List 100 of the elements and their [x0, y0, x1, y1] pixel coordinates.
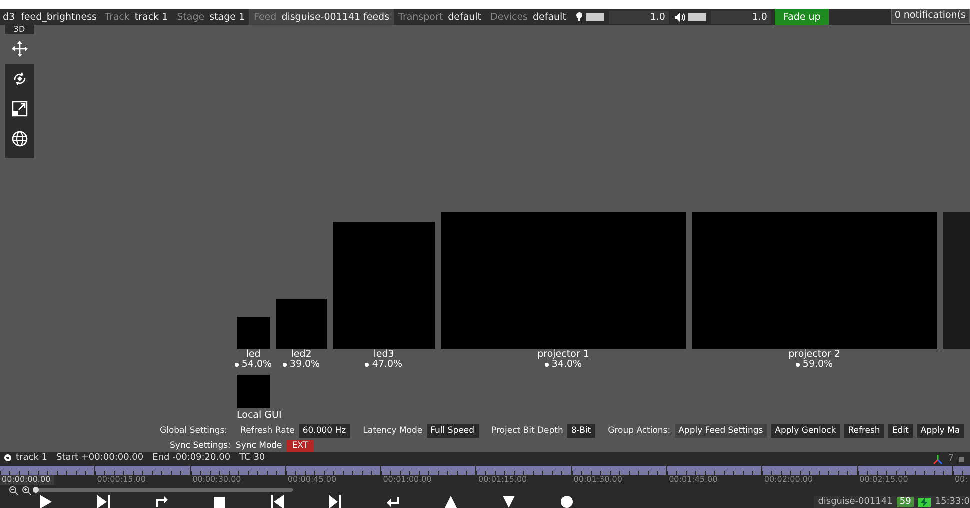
setting-value[interactable]: Full Speed	[426, 424, 478, 438]
ruler-segment[interactable]	[190, 466, 285, 475]
brightness-slider[interactable]	[586, 13, 604, 21]
setting-label: Refresh Rate	[240, 426, 295, 436]
view-mode-label: 3D	[14, 25, 26, 34]
zoom-out-icon[interactable]	[9, 486, 18, 494]
field-label: Transport	[398, 12, 444, 22]
dot-icon	[282, 363, 287, 367]
dot-icon	[234, 363, 239, 367]
volume-slider[interactable]	[688, 13, 706, 21]
brightness-value: 54.0%	[242, 360, 272, 370]
machine-name: disguise-001141	[818, 497, 893, 507]
field-value[interactable]: track 1	[132, 12, 170, 22]
brightness-value: 59.0%	[802, 360, 834, 370]
timecode-label: TC 30	[240, 453, 266, 463]
rotate-icon	[12, 71, 28, 87]
time-tick: 00:00:30.00	[192, 475, 242, 484]
field-value[interactable]: disguise-001141 feeds	[280, 12, 392, 22]
zoom-in-icon[interactable]	[22, 486, 31, 494]
track-name[interactable]: track 1	[16, 453, 48, 463]
scale-icon	[12, 101, 28, 117]
scrollbar[interactable]	[35, 488, 293, 492]
skip-forward-icon[interactable]	[328, 495, 342, 508]
move-icon	[12, 41, 28, 57]
ruler-segment[interactable]	[667, 466, 762, 475]
section-label: Global Settings:	[160, 426, 228, 436]
skip-back-icon[interactable]	[270, 495, 284, 508]
clock-time: 15:33:0	[935, 497, 970, 507]
loop-icon[interactable]	[154, 495, 168, 508]
action-button[interactable]: Apply Feed Settings	[674, 424, 768, 438]
dot-icon	[796, 363, 800, 367]
time-tick: 00:	[954, 475, 968, 484]
square-icon	[959, 456, 964, 462]
return-icon[interactable]	[386, 495, 400, 508]
action-button[interactable]: Edit	[888, 424, 913, 438]
ruler-segment[interactable]	[381, 466, 476, 475]
record-icon[interactable]	[560, 495, 574, 508]
action-button[interactable]: Apply Genlock	[771, 424, 840, 438]
app-name: d3	[2, 12, 16, 22]
dot-icon	[365, 363, 370, 367]
fps-badge: 59	[896, 497, 914, 507]
brightness-value: 39.0%	[290, 360, 320, 370]
field-value[interactable]: default	[446, 12, 484, 22]
setting-label: Latency Mode	[363, 426, 423, 436]
field-label: Feed	[253, 12, 278, 22]
time-tick: 00:02:00.00	[763, 475, 814, 484]
speaker-icon	[675, 12, 686, 22]
setting-value[interactable]: 60.000 Hz	[298, 424, 350, 438]
ruler-segment[interactable]	[572, 466, 666, 475]
action-button[interactable]: Refresh	[844, 424, 884, 438]
section-label: Group Actions:	[608, 426, 671, 436]
feed-name: led3	[374, 350, 394, 360]
layer-count: 7	[948, 454, 954, 464]
time-tick: 00:01:30.00	[572, 475, 622, 484]
time-tick: 00:02:15.00	[858, 475, 908, 484]
ruler-segment[interactable]	[762, 466, 857, 475]
feed-name: led2	[291, 350, 312, 360]
setting-label: Sync Mode	[236, 440, 282, 452]
field-value[interactable]: stage 1	[208, 12, 248, 22]
track-start: Start +00:00:00.00	[56, 453, 144, 463]
feed-name: Local GUI	[237, 410, 282, 421]
step-icon[interactable]	[96, 495, 110, 508]
time-tick: 00:01:00.00	[382, 475, 432, 484]
up-icon[interactable]	[444, 495, 458, 508]
action-button[interactable]: Apply Ma	[916, 424, 964, 438]
ruler-segment[interactable]	[95, 466, 190, 475]
ruler-segment[interactable]	[476, 466, 571, 475]
axes-icon	[933, 454, 944, 464]
project-name: feed_brightness	[20, 12, 98, 22]
volume-field[interactable]: 1.0	[711, 10, 772, 24]
track-end: End -00:09:20.00	[152, 453, 231, 463]
notifications-button[interactable]: 0 notification(s	[890, 9, 970, 24]
lightbulb-icon	[576, 12, 584, 22]
brightness-field[interactable]: 1.0	[609, 10, 670, 24]
playhead-time: 00:00:00.00	[0, 475, 54, 485]
stop-icon[interactable]	[212, 495, 226, 508]
field-label: Track	[104, 12, 131, 22]
section-label: Sync Settings:	[170, 440, 231, 452]
time-tick: 00:01:15.00	[477, 475, 528, 484]
setting-label: Project Bit Depth	[492, 426, 564, 436]
dot-icon	[544, 363, 549, 367]
sync-mode-value[interactable]: EXT	[287, 440, 314, 452]
feed-name: projector 1	[538, 350, 590, 360]
ruler-segment[interactable]	[858, 466, 952, 475]
field-label: Stage	[176, 12, 206, 22]
setting-value[interactable]: 8-Bit	[567, 424, 596, 438]
feed-name: projector 2	[788, 350, 840, 360]
play-icon[interactable]	[38, 495, 52, 508]
time-tick: 00:00:15.00	[96, 475, 146, 484]
field-value[interactable]: default	[531, 12, 568, 22]
down-icon[interactable]	[502, 495, 516, 508]
lightning-icon	[921, 498, 928, 506]
ruler-segment[interactable]	[0, 466, 94, 475]
time-tick: 00:00:45.00	[286, 475, 337, 484]
time-tick: 00:01:45.00	[668, 475, 718, 484]
fade-up-button[interactable]: Fade up	[775, 9, 829, 25]
ruler-segment[interactable]	[286, 466, 380, 475]
brightness-value: 47.0%	[372, 360, 403, 370]
brightness-value: 34.0%	[552, 360, 582, 370]
feed-name: led	[246, 350, 261, 360]
